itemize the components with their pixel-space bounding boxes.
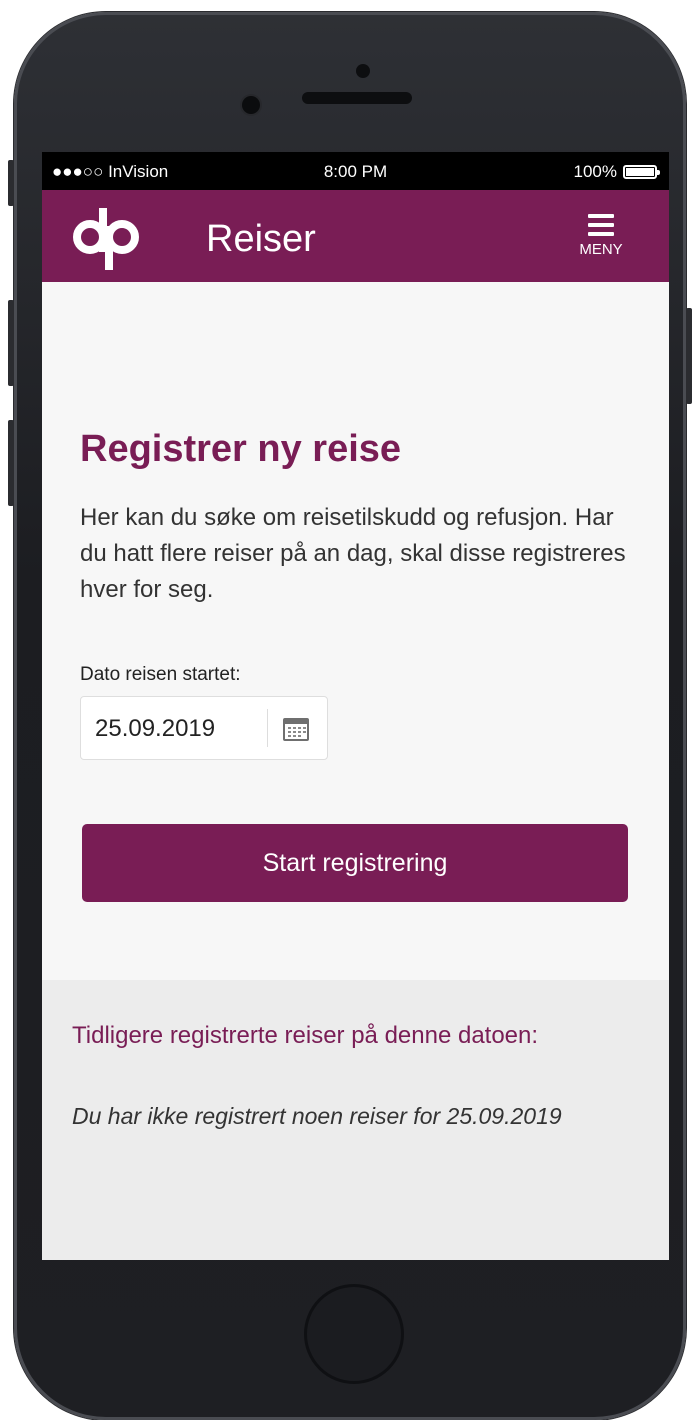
dp-logo: dp: [73, 208, 139, 270]
date-input[interactable]: 25.09.2019: [80, 696, 328, 760]
status-bar: ●●●○○ InVision 8:00 PM 100%: [42, 152, 669, 190]
menu-label: MENY: [579, 241, 623, 258]
register-intro: Her kan du søke om reisetilskudd og refu…: [80, 504, 626, 603]
previous-trips-empty-message: Du har ikke registrert noen reiser for 2…: [72, 1103, 562, 1129]
previous-trips-section: Tidligere registrerte reiser på denne da…: [42, 980, 669, 1260]
volume-down-button: [8, 420, 14, 506]
date-input-divider: [267, 709, 268, 747]
silent-switch: [8, 160, 14, 206]
hamburger-icon: [588, 214, 614, 236]
register-heading: Registrer ny reise: [80, 428, 402, 470]
battery-percent: 100%: [573, 162, 617, 181]
register-section: Registrer ny reise Her kan du søke om re…: [42, 282, 669, 980]
volume-up-button: [8, 300, 14, 386]
date-field-label: Dato reisen startet:: [80, 664, 241, 685]
power-button: [686, 308, 692, 404]
proximity-sensor: [356, 64, 370, 78]
start-registration-button[interactable]: Start registrering: [82, 824, 628, 902]
previous-trips-title: Tidligere registrerte reiser på denne da…: [72, 1022, 539, 1049]
calendar-icon[interactable]: [283, 717, 309, 741]
battery-icon: [623, 165, 660, 179]
front-camera: [242, 96, 260, 114]
phone-frame: ●●●○○ InVision 8:00 PM 100% dp Reiser: [8, 12, 692, 1420]
phone-screen: ●●●○○ InVision 8:00 PM 100% dp Reiser: [42, 152, 669, 1260]
menu-button[interactable]: MENY: [571, 214, 631, 258]
home-button[interactable]: [304, 1284, 404, 1384]
battery-status: 100%: [573, 162, 660, 182]
app-header: dp Reiser MENY: [42, 190, 669, 282]
date-input-value[interactable]: 25.09.2019: [95, 715, 215, 743]
earpiece-speaker: [302, 92, 412, 104]
page-title: Reiser: [206, 218, 316, 260]
